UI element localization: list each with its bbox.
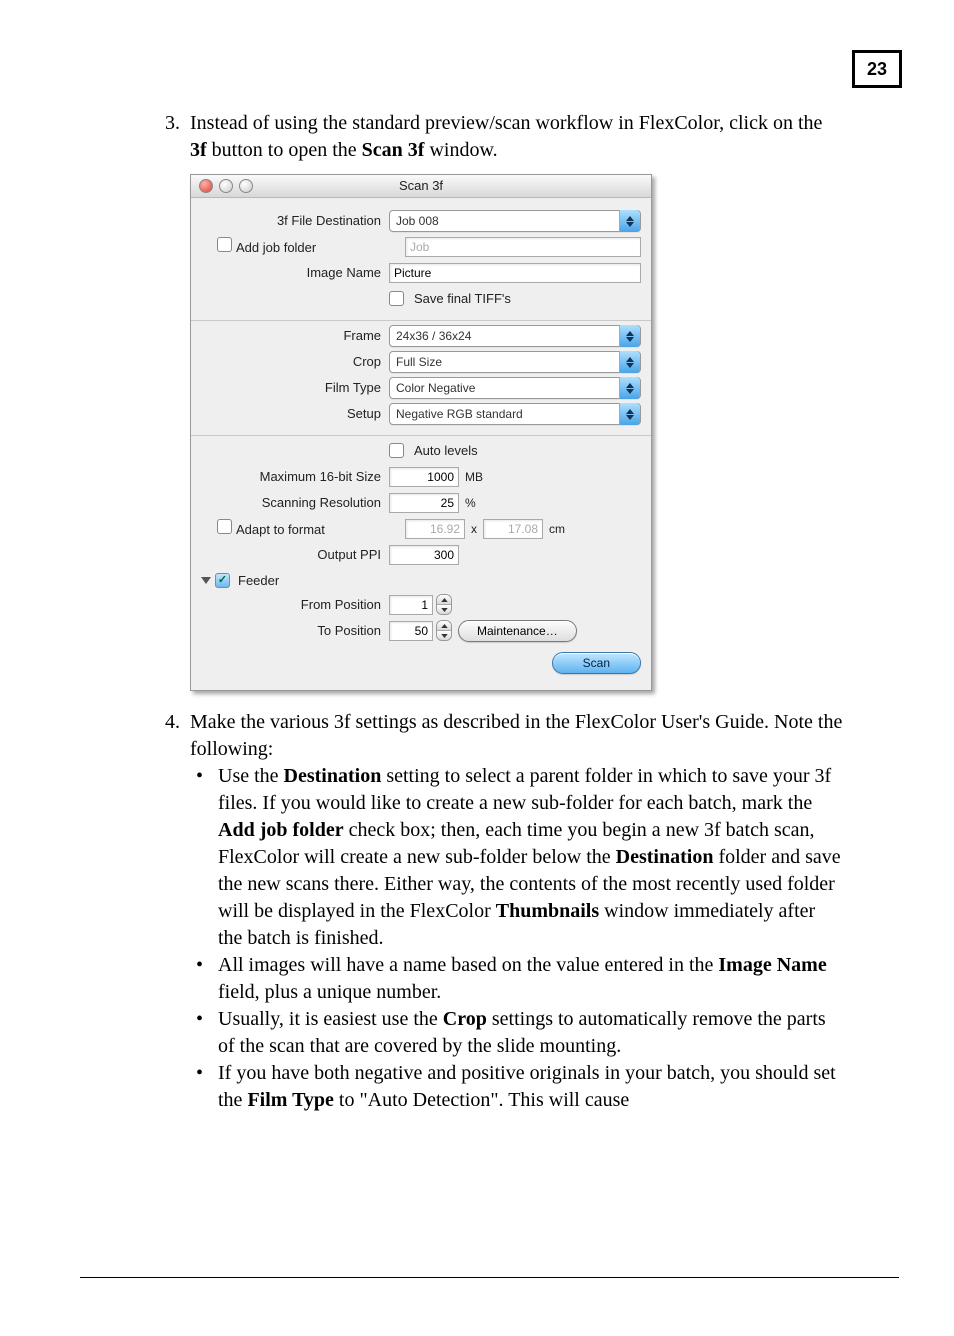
chevron-updown-icon xyxy=(619,403,640,425)
label-crop: Crop xyxy=(201,353,389,371)
window-title: Scan 3f xyxy=(399,178,443,193)
adapt-checkbox[interactable] xyxy=(217,519,232,534)
label-save-final: Save final TIFF's xyxy=(414,290,511,308)
footer-rule xyxy=(80,1277,899,1278)
stepper-up-icon[interactable] xyxy=(437,621,451,630)
output-ppi-input[interactable] xyxy=(389,545,459,565)
step-3-text: Instead of using the standard preview/sc… xyxy=(190,110,844,164)
label-max-size: Maximum 16-bit Size xyxy=(201,468,389,486)
add-job-folder-checkbox[interactable] xyxy=(217,237,232,252)
destination-select[interactable]: Job 008 xyxy=(389,210,641,232)
scan-res-input[interactable] xyxy=(389,493,459,513)
feeder-disclosure[interactable]: Feeder xyxy=(201,572,641,590)
label-auto-levels: Auto levels xyxy=(414,442,478,460)
feeder-checkbox[interactable] xyxy=(215,573,230,588)
scan-button[interactable]: Scan xyxy=(552,652,641,674)
list-item: Usually, it is easiest use the Crop sett… xyxy=(190,1006,844,1060)
unit-cm: cm xyxy=(549,521,565,537)
label-feeder: Feeder xyxy=(238,572,279,590)
chevron-updown-icon xyxy=(619,377,640,399)
label-from-pos: From Position xyxy=(201,596,389,614)
mac-window: Scan 3f 3f File Destination Job 008 xyxy=(190,174,652,691)
label-to-pos: To Position xyxy=(201,622,389,640)
job-input[interactable] xyxy=(405,237,641,257)
chevron-down-icon xyxy=(201,577,211,584)
minimize-icon[interactable] xyxy=(219,179,233,193)
maintenance-button[interactable]: Maintenance… xyxy=(458,620,577,642)
page-content: 3. Instead of using the standard preview… xyxy=(150,110,844,1124)
label-scan-res: Scanning Resolution xyxy=(201,494,389,512)
step-4-bullets: Use the Destination setting to select a … xyxy=(190,763,844,1114)
list-number: 4. xyxy=(150,709,190,1114)
list-item: All images will have a name based on the… xyxy=(190,952,844,1006)
step-3: 3. Instead of using the standard preview… xyxy=(150,110,844,164)
list-number: 3. xyxy=(150,110,190,164)
label-frame: Frame xyxy=(201,327,389,345)
setup-select[interactable]: Negative RGB standard xyxy=(389,403,641,425)
auto-levels-checkbox[interactable] xyxy=(389,443,404,458)
list-item: If you have both negative and positive o… xyxy=(190,1060,844,1114)
label-image-name: Image Name xyxy=(201,264,389,282)
image-name-input[interactable] xyxy=(389,263,641,283)
unit-percent: % xyxy=(465,495,476,511)
x-label: x xyxy=(471,521,477,537)
page-number: 23 xyxy=(852,50,899,88)
chevron-updown-icon xyxy=(619,351,640,373)
stepper-up-icon[interactable] xyxy=(437,595,451,604)
frame-select[interactable]: 24x36 / 36x24 xyxy=(389,325,641,347)
max-size-input[interactable] xyxy=(389,467,459,487)
scan3f-screenshot: Scan 3f 3f File Destination Job 008 xyxy=(190,174,655,691)
from-pos-input[interactable] xyxy=(389,595,433,615)
step-4: 4. Make the various 3f settings as descr… xyxy=(150,709,844,1114)
adapt-w-input[interactable] xyxy=(405,519,465,539)
label-output-ppi: Output PPI xyxy=(201,546,389,564)
unit-mb: MB xyxy=(465,469,483,485)
list-item: Use the Destination setting to select a … xyxy=(190,763,844,952)
crop-select[interactable]: Full Size xyxy=(389,351,641,373)
chevron-updown-icon xyxy=(619,325,640,347)
stepper-down-icon[interactable] xyxy=(437,630,451,640)
to-pos-stepper[interactable] xyxy=(389,620,452,641)
step-4-intro: Make the various 3f settings as describe… xyxy=(190,709,844,763)
label-film-type: Film Type xyxy=(201,379,389,397)
to-pos-input[interactable] xyxy=(389,621,433,641)
save-final-checkbox[interactable] xyxy=(389,291,404,306)
zoom-icon[interactable] xyxy=(239,179,253,193)
window-titlebar: Scan 3f xyxy=(191,175,651,198)
close-icon[interactable] xyxy=(199,179,213,193)
label-destination: 3f File Destination xyxy=(201,212,389,230)
label-setup: Setup xyxy=(201,405,389,423)
add-job-folder-row: Add job folder xyxy=(201,237,405,257)
from-pos-stepper[interactable] xyxy=(389,594,452,615)
chevron-updown-icon xyxy=(619,210,640,232)
film-type-select[interactable]: Color Negative xyxy=(389,377,641,399)
stepper-down-icon[interactable] xyxy=(437,604,451,614)
adapt-h-input[interactable] xyxy=(483,519,543,539)
label-adapt: Adapt to format xyxy=(236,522,325,537)
